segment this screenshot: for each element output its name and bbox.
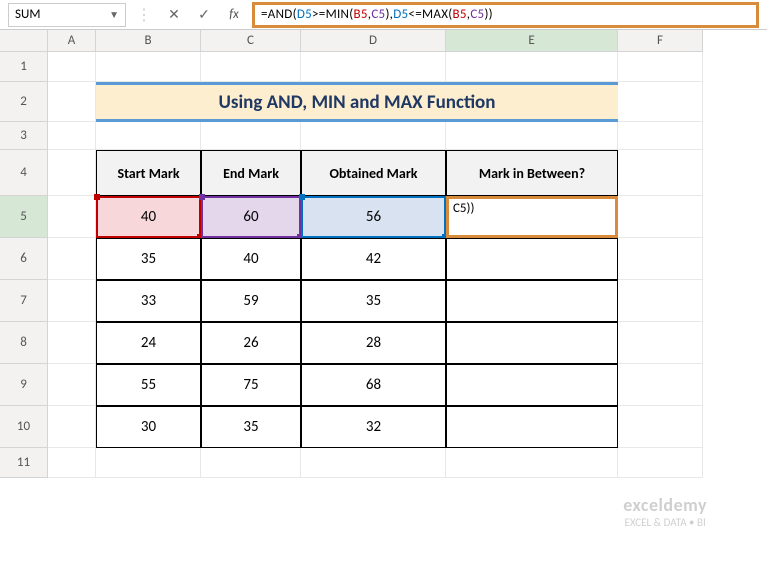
cell[interactable] bbox=[96, 122, 201, 150]
cell-e9[interactable] bbox=[446, 364, 618, 406]
separator: ⋮ bbox=[132, 5, 156, 25]
cell[interactable] bbox=[48, 82, 96, 122]
cell-e8[interactable] bbox=[446, 322, 618, 364]
cell[interactable] bbox=[201, 52, 301, 82]
cell[interactable] bbox=[96, 52, 201, 82]
cell-e7[interactable] bbox=[446, 280, 618, 322]
cell-b10[interactable]: 30 bbox=[96, 406, 201, 448]
row-header-7[interactable]: 7 bbox=[0, 280, 48, 322]
cell[interactable] bbox=[618, 364, 703, 406]
cell-b7[interactable]: 33 bbox=[96, 280, 201, 322]
select-all-corner[interactable] bbox=[0, 30, 48, 52]
watermark: exceldemy EXCEL & DATA • BI bbox=[623, 494, 707, 529]
cell[interactable] bbox=[48, 122, 96, 150]
formula-bar: SUM ▼ ⋮ ✕ ✓ fx =AND(D5>=MIN(B5,C5),D5<=M… bbox=[0, 0, 767, 30]
cell[interactable] bbox=[618, 196, 703, 238]
col-header-f[interactable]: F bbox=[618, 30, 703, 52]
cell[interactable] bbox=[301, 122, 446, 150]
cell[interactable] bbox=[48, 196, 96, 238]
watermark-tagline: EXCEL & DATA • BI bbox=[623, 516, 707, 529]
cell[interactable] bbox=[446, 52, 618, 82]
header-start-mark[interactable]: Start Mark bbox=[96, 150, 201, 196]
cell-d8[interactable]: 28 bbox=[301, 322, 446, 364]
header-end-mark[interactable]: End Mark bbox=[201, 150, 301, 196]
cell[interactable] bbox=[48, 406, 96, 448]
cell[interactable] bbox=[48, 238, 96, 280]
cell-e5-active[interactable]: C5)) bbox=[446, 196, 618, 238]
cell[interactable] bbox=[618, 322, 703, 364]
cell-e6[interactable] bbox=[446, 238, 618, 280]
cell[interactable] bbox=[618, 82, 703, 122]
cell[interactable] bbox=[618, 406, 703, 448]
cell-d5[interactable]: 56 bbox=[301, 196, 446, 238]
cell-c5[interactable]: 60 bbox=[201, 196, 301, 238]
cell-c9[interactable]: 75 bbox=[201, 364, 301, 406]
cell-d9[interactable]: 68 bbox=[301, 364, 446, 406]
cell[interactable] bbox=[618, 280, 703, 322]
spreadsheet-grid: A B C D E F 1 2 Using AND, MIN and MAX F… bbox=[0, 30, 767, 478]
title-merged-cell[interactable]: Using AND, MIN and MAX Function bbox=[96, 82, 618, 122]
formula-input[interactable]: =AND(D5>=MIN(B5,C5),D5<=MAX(B5,C5)) bbox=[252, 2, 759, 28]
name-box-dropdown-icon[interactable]: ▼ bbox=[109, 8, 119, 21]
cell[interactable] bbox=[48, 280, 96, 322]
header-mark-between[interactable]: Mark in Between? bbox=[446, 150, 618, 196]
col-header-d[interactable]: D bbox=[301, 30, 446, 52]
name-box[interactable]: SUM ▼ bbox=[8, 3, 126, 27]
cell[interactable] bbox=[48, 322, 96, 364]
cell-b5[interactable]: 40 bbox=[96, 196, 201, 238]
cell[interactable] bbox=[96, 448, 201, 478]
cell[interactable] bbox=[446, 448, 618, 478]
cell-c6[interactable]: 40 bbox=[201, 238, 301, 280]
cell[interactable] bbox=[48, 364, 96, 406]
cell-e10[interactable] bbox=[446, 406, 618, 448]
cell[interactable] bbox=[301, 448, 446, 478]
col-header-c[interactable]: C bbox=[201, 30, 301, 52]
row-header-2[interactable]: 2 bbox=[0, 82, 48, 122]
col-header-b[interactable]: B bbox=[96, 30, 201, 52]
cell[interactable] bbox=[446, 122, 618, 150]
cell-c7[interactable]: 59 bbox=[201, 280, 301, 322]
cell[interactable] bbox=[201, 448, 301, 478]
cell[interactable] bbox=[618, 238, 703, 280]
cell-b8[interactable]: 24 bbox=[96, 322, 201, 364]
header-obtained-mark[interactable]: Obtained Mark bbox=[301, 150, 446, 196]
cell[interactable] bbox=[48, 150, 96, 196]
row-header-10[interactable]: 10 bbox=[0, 406, 48, 448]
cell-d7[interactable]: 35 bbox=[301, 280, 446, 322]
row-header-11[interactable]: 11 bbox=[0, 448, 48, 478]
cell[interactable] bbox=[48, 52, 96, 82]
fx-button[interactable]: fx bbox=[222, 3, 246, 27]
row-header-6[interactable]: 6 bbox=[0, 238, 48, 280]
cell[interactable] bbox=[618, 52, 703, 82]
cell-d6[interactable]: 42 bbox=[301, 238, 446, 280]
cancel-button[interactable]: ✕ bbox=[162, 3, 186, 27]
name-box-value: SUM bbox=[15, 7, 40, 22]
cell[interactable] bbox=[201, 122, 301, 150]
cell-b6[interactable]: 35 bbox=[96, 238, 201, 280]
col-header-a[interactable]: A bbox=[48, 30, 96, 52]
col-header-e[interactable]: E bbox=[446, 30, 618, 52]
cell[interactable] bbox=[618, 122, 703, 150]
cell-c10[interactable]: 35 bbox=[201, 406, 301, 448]
cell-c8[interactable]: 26 bbox=[201, 322, 301, 364]
row-header-9[interactable]: 9 bbox=[0, 364, 48, 406]
cell[interactable] bbox=[618, 448, 703, 478]
cell[interactable] bbox=[301, 52, 446, 82]
row-header-8[interactable]: 8 bbox=[0, 322, 48, 364]
cell[interactable] bbox=[48, 448, 96, 478]
cell-d10[interactable]: 32 bbox=[301, 406, 446, 448]
row-header-4[interactable]: 4 bbox=[0, 150, 48, 196]
cell[interactable] bbox=[618, 150, 703, 196]
row-header-1[interactable]: 1 bbox=[0, 52, 48, 82]
enter-button[interactable]: ✓ bbox=[192, 3, 216, 27]
cell-b9[interactable]: 55 bbox=[96, 364, 201, 406]
row-header-3[interactable]: 3 bbox=[0, 122, 48, 150]
row-header-5[interactable]: 5 bbox=[0, 196, 48, 238]
watermark-brand: exceldemy bbox=[623, 494, 707, 516]
